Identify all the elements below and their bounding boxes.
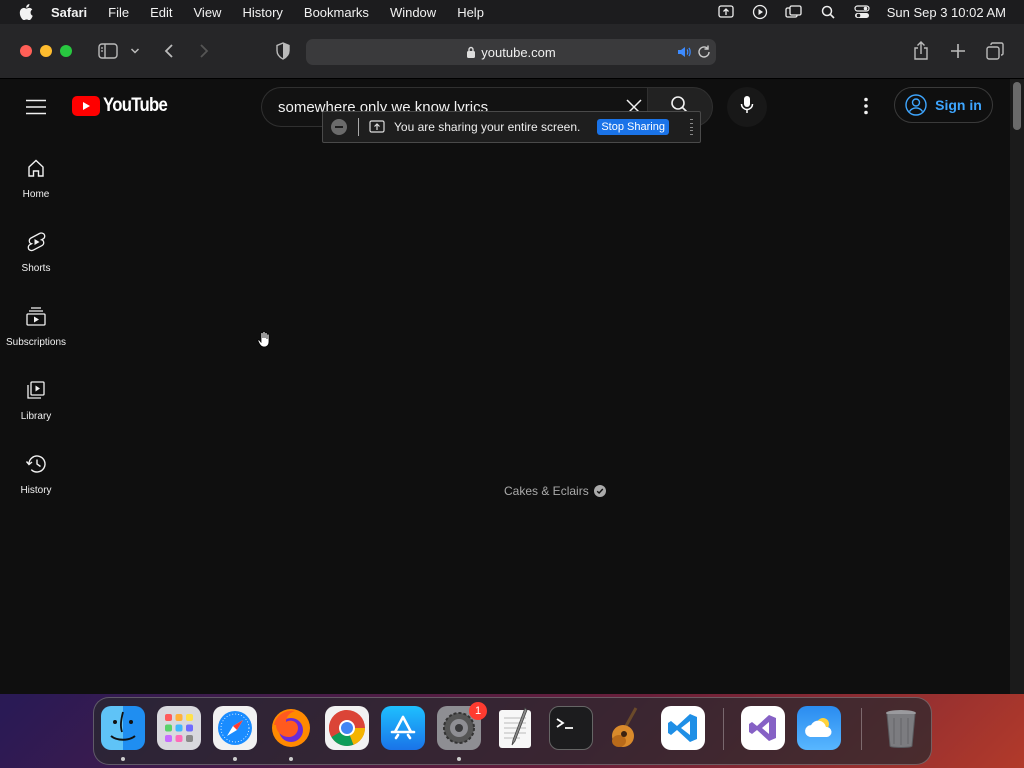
address-bar-url: youtube.com (481, 44, 556, 60)
menu-bar: Safari File Edit View History Bookmarks … (0, 0, 1024, 24)
screen-sharing-banner: You are sharing your entire screen. Stop… (322, 111, 701, 143)
menu-view[interactable]: View (194, 5, 222, 20)
running-indicator (233, 757, 237, 761)
drag-handle-icon[interactable] (690, 119, 694, 135)
notification-badge: 1 (469, 702, 487, 720)
hamburger-menu-icon[interactable] (26, 99, 46, 115)
screen-mirroring-icon[interactable] (785, 3, 803, 21)
home-icon (25, 157, 47, 179)
visual-studio-icon[interactable] (741, 706, 785, 750)
verified-badge-icon (593, 485, 606, 497)
menu-edit[interactable]: Edit (150, 5, 172, 20)
menu-history[interactable]: History (242, 5, 282, 20)
sidebar-item-history[interactable]: History (0, 445, 72, 505)
reload-icon[interactable] (696, 44, 712, 60)
chrome-icon[interactable] (325, 706, 369, 750)
screen-share-status-icon[interactable] (717, 3, 735, 21)
control-center-icon[interactable] (853, 3, 871, 21)
stop-sharing-button[interactable]: Stop Sharing (597, 119, 669, 135)
back-icon[interactable] (159, 41, 179, 61)
menu-help[interactable]: Help (457, 5, 484, 20)
dock: 1 (93, 697, 932, 765)
lock-icon (466, 46, 476, 58)
sidebar-item-shorts[interactable]: Shorts (0, 223, 72, 283)
sidebar-item-label: Subscriptions (5, 337, 67, 348)
apple-logo-icon[interactable] (19, 4, 35, 20)
safari-window: youtube.com YouTube somewhere only we kn… (0, 24, 1024, 694)
hand-pointer-cursor-icon (257, 331, 271, 349)
channel-name[interactable]: Cakes & Eclairs (504, 484, 606, 498)
running-indicator (289, 757, 293, 761)
play-circle-icon[interactable] (751, 3, 769, 21)
sidebar-item-library[interactable]: Library (0, 371, 72, 431)
banner-divider (358, 118, 359, 136)
vscode-icon[interactable] (661, 706, 705, 750)
menu-window[interactable]: Window (390, 5, 436, 20)
subscriptions-icon (25, 305, 47, 327)
terminal-icon[interactable] (549, 706, 593, 750)
youtube-page: YouTube somewhere only we know lyrics Si… (0, 79, 1010, 694)
weather-icon[interactable] (797, 706, 841, 750)
dock-divider (861, 708, 862, 750)
share-icon[interactable] (911, 41, 931, 61)
sign-in-label: Sign in (935, 97, 982, 113)
sidebar-item-label: History (20, 485, 52, 496)
firefox-icon[interactable] (269, 706, 313, 750)
sign-in-button[interactable]: Sign in (894, 87, 993, 123)
sidebar-item-label: Shorts (21, 263, 51, 274)
chevron-down-icon[interactable] (126, 41, 144, 61)
garageband-icon[interactable] (605, 706, 649, 750)
sidebar-toggle-icon[interactable] (97, 41, 119, 61)
dock-divider (723, 708, 724, 750)
youtube-play-logo-icon (72, 96, 100, 116)
close-window-button[interactable] (20, 45, 32, 57)
forward-icon[interactable] (194, 41, 214, 61)
safari-toolbar: youtube.com (0, 24, 1024, 79)
trash-icon[interactable] (879, 706, 923, 750)
running-indicator (457, 757, 461, 761)
finder-icon[interactable] (101, 706, 145, 750)
launchpad-icon[interactable] (157, 706, 201, 750)
history-icon (25, 453, 47, 475)
menu-app-name[interactable]: Safari (51, 5, 87, 20)
audio-playing-icon[interactable] (676, 44, 692, 60)
sidebar-item-label: Library (20, 411, 52, 422)
account-circle-icon (905, 94, 927, 116)
library-icon (25, 379, 47, 401)
address-bar[interactable]: youtube.com (306, 39, 716, 65)
zoom-window-button[interactable] (60, 45, 72, 57)
page-scrollbar[interactable] (1010, 79, 1024, 694)
voice-search-button[interactable] (727, 87, 767, 127)
menu-clock[interactable]: Sun Sep 3 10:02 AM (887, 5, 1006, 20)
new-tab-icon[interactable] (948, 41, 968, 61)
textedit-icon[interactable] (493, 706, 537, 750)
more-options-icon[interactable] (856, 95, 876, 117)
sidebar-item-home[interactable]: Home (0, 149, 72, 209)
sidebar-item-subscriptions[interactable]: Subscriptions (0, 297, 72, 357)
app-store-icon[interactable] (381, 706, 425, 750)
channel-name-text: Cakes & Eclairs (504, 484, 589, 498)
microphone-icon (740, 95, 754, 120)
shorts-icon (25, 231, 47, 253)
menu-bookmarks[interactable]: Bookmarks (304, 5, 369, 20)
safari-icon[interactable] (213, 706, 257, 750)
screen-share-icon (369, 120, 385, 134)
menu-file[interactable]: File (108, 5, 129, 20)
spotlight-search-icon[interactable] (819, 3, 837, 21)
sharing-message: You are sharing your entire screen. (394, 120, 581, 134)
privacy-shield-icon[interactable] (273, 41, 293, 61)
minimize-window-button[interactable] (40, 45, 52, 57)
scrollbar-thumb[interactable] (1013, 82, 1021, 130)
running-indicator (121, 757, 125, 761)
youtube-logo-text: YouTube (103, 95, 168, 116)
youtube-logo[interactable]: YouTube (72, 95, 176, 116)
tab-overview-icon[interactable] (985, 41, 1005, 61)
minimize-banner-button[interactable] (331, 119, 347, 135)
sidebar-item-label: Home (22, 189, 50, 200)
